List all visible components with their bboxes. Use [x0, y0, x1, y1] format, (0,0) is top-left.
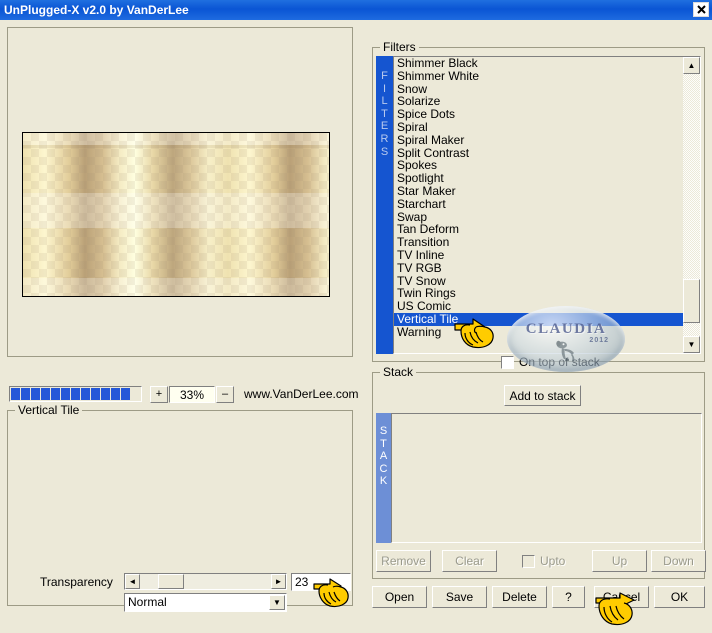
- close-x-glyph: [696, 5, 706, 14]
- save-button[interactable]: Save: [432, 586, 487, 608]
- vertical-label-letter: F: [381, 70, 388, 82]
- blend-mode-select[interactable]: Normal ▼: [124, 593, 287, 612]
- window-title: UnPlugged-X v2.0 by VanDerLee: [4, 3, 189, 17]
- progress-block: [121, 388, 130, 400]
- window-titlebar: UnPlugged-X v2.0 by VanDerLee: [0, 0, 712, 20]
- filter-item[interactable]: Shimmer White: [394, 69, 683, 83]
- on-top-of-stack-row[interactable]: On top of stack: [501, 355, 600, 369]
- filter-item[interactable]: TV Inline: [394, 249, 683, 262]
- progress-block: [31, 388, 40, 400]
- blend-mode-value: Normal: [128, 595, 167, 609]
- filter-item[interactable]: Spiral Maker: [394, 133, 683, 147]
- filters-scrollbar-thumb[interactable]: [683, 279, 700, 323]
- move-up-button[interactable]: Up: [592, 550, 647, 572]
- transparency-slider[interactable]: ◄ ►: [124, 573, 287, 590]
- cancel-button[interactable]: Cancel: [594, 586, 649, 608]
- vendor-url-label[interactable]: www.VanDerLee.com: [244, 387, 359, 401]
- zoom-out-button[interactable]: –: [216, 386, 234, 403]
- add-to-stack-button[interactable]: Add to stack: [504, 385, 581, 406]
- filter-item[interactable]: TV RGB: [394, 261, 683, 275]
- stack-button-row: Remove Clear Upto Up Down: [376, 550, 706, 572]
- vertical-label-letter: T: [380, 437, 387, 450]
- progress-block: [91, 388, 100, 400]
- vertical-label-letter: R: [380, 132, 389, 145]
- transparency-slider-thumb[interactable]: [158, 574, 184, 589]
- upto-label: Upto: [540, 554, 566, 568]
- transparency-value-input[interactable]: 23: [291, 573, 351, 591]
- progress-block: [61, 388, 70, 400]
- progress-block: [51, 388, 60, 400]
- preview-image[interactable]: [22, 132, 330, 297]
- vertical-label-letter: S: [380, 145, 389, 158]
- vertical-label-letter: E: [380, 120, 389, 133]
- filter-settings-group-label: Vertical Tile: [15, 403, 83, 417]
- filter-item[interactable]: Spice Dots: [394, 108, 683, 121]
- on-top-of-stack-label: On top of stack: [519, 355, 600, 369]
- filters-listbox[interactable]: Shimmer Black Shimmer White Snow Solarize Sp…: [393, 56, 701, 354]
- stack-listbox[interactable]: [391, 413, 702, 543]
- remove-button[interactable]: Remove: [376, 550, 431, 572]
- preview-checker-layer: [23, 133, 329, 296]
- window-client-area: + 33% – www.VanDerLee.com Vertical Tile …: [0, 20, 712, 626]
- progress-bar: [9, 386, 142, 402]
- stack-vertical-label: STACK: [376, 413, 391, 543]
- filters-scrollbar[interactable]: ▲ ▼: [683, 57, 700, 353]
- delete-button[interactable]: Delete: [492, 586, 547, 608]
- progress-block: [101, 388, 110, 400]
- progress-block: [41, 388, 50, 400]
- on-top-of-stack-checkbox[interactable]: [501, 355, 514, 369]
- transparency-row: Transparency ◄ ► 23: [8, 573, 352, 593]
- close-icon[interactable]: [693, 2, 709, 17]
- filter-item[interactable]: Spiral: [394, 121, 683, 134]
- scroll-down-icon[interactable]: ▼: [683, 336, 700, 353]
- progress-block: [11, 388, 20, 400]
- help-button[interactable]: ?: [552, 586, 585, 608]
- filter-item-selected[interactable]: Vertical Tile: [394, 313, 683, 326]
- filter-item[interactable]: Warning: [394, 325, 683, 339]
- open-button[interactable]: Open: [372, 586, 427, 608]
- stack-group-label: Stack: [380, 365, 417, 379]
- vertical-label-letter: L: [381, 95, 388, 108]
- slider-left-arrow-icon[interactable]: ◄: [125, 574, 140, 589]
- filter-item[interactable]: Starchart: [394, 197, 683, 211]
- stack-group: Stack Add to stack STACK Remove Clear Up…: [372, 365, 706, 579]
- ok-button[interactable]: OK: [654, 586, 705, 608]
- vertical-label-letter: C: [379, 462, 388, 475]
- filters-group-label: Filters: [380, 40, 419, 54]
- vertical-label-letter: A: [379, 450, 388, 463]
- vertical-label-letter: I: [382, 82, 387, 95]
- vertical-label-letter: S: [379, 425, 388, 437]
- vertical-label-letter: K: [379, 475, 388, 488]
- filters-list[interactable]: Shimmer Black Shimmer White Snow Solarize Sp…: [394, 57, 683, 353]
- transparency-label: Transparency: [40, 575, 113, 589]
- dialog-button-row: Open Save Delete ? Cancel OK: [372, 586, 705, 608]
- slider-right-arrow-icon[interactable]: ►: [271, 574, 286, 589]
- filters-body: FILTERS Shimmer Black Shimmer White Snow So…: [376, 56, 701, 354]
- progress-block: [21, 388, 30, 400]
- filter-settings-group: Vertical Tile Transparency ◄ ► 23 Normal…: [7, 403, 353, 612]
- clear-button[interactable]: Clear: [442, 550, 497, 572]
- stack-body: STACK: [376, 413, 702, 543]
- preview-toolbar: + 33% – www.VanDerLee.com: [9, 386, 359, 403]
- move-down-button[interactable]: Down: [651, 550, 706, 572]
- filter-item[interactable]: Shimmer Black: [394, 57, 683, 70]
- chevron-down-icon[interactable]: ▼: [269, 595, 285, 610]
- upto-row[interactable]: Upto: [522, 554, 565, 568]
- filter-item[interactable]: Split Contrast: [394, 146, 683, 160]
- progress-block: [111, 388, 120, 400]
- zoom-level-value: 33%: [169, 386, 215, 403]
- vertical-label-letter: T: [381, 107, 388, 120]
- progress-block: [71, 388, 80, 400]
- zoom-in-button[interactable]: +: [150, 386, 168, 403]
- filters-group: Filters FILTERS Shimmer Black Shimmer Whi…: [372, 40, 705, 369]
- progress-block: [81, 388, 90, 400]
- upto-checkbox[interactable]: [522, 554, 535, 568]
- scroll-up-icon[interactable]: ▲: [683, 57, 700, 74]
- filters-vertical-label: FILTERS: [376, 56, 393, 354]
- filter-item[interactable]: Star Maker: [394, 185, 683, 198]
- preview-panel[interactable]: [7, 27, 353, 357]
